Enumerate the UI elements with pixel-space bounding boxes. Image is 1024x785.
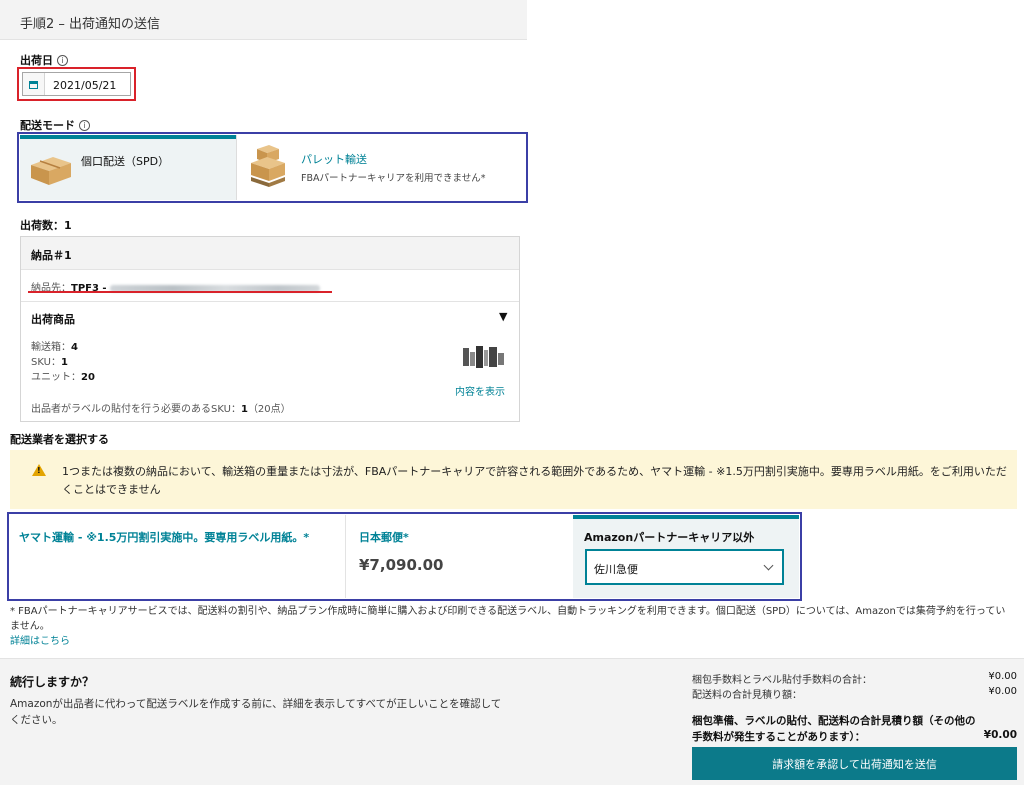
carrier-warning: 1つまたは複数の納品において、輸送箱の重量または寸法が、FBAパートナーキャリア… [10, 450, 1017, 509]
shipment-card-header: 納品＃1 [21, 237, 519, 270]
details-link[interactable]: 詳細はこちら [10, 634, 1015, 649]
shipment-count: 出荷数：1 [20, 219, 72, 232]
carrier-option-yamato[interactable]: ヤマト運輸 - ※1.5万円割引実施中。要専用ラベル用紙。* [10, 515, 345, 598]
ship-date-value: 2021/05/21 [53, 79, 117, 92]
total-label: 梱包準備、ラベルの貼付、配送料の合計見積り額（その他の手数料が発生することがあり… [692, 715, 976, 743]
submit-shipment-button[interactable]: 請求額を承認して出荷通知を送信 [692, 747, 1017, 780]
fee2-value: ¥0.00 [988, 686, 1017, 697]
mode-spd-title: 個口配送（SPD） [81, 155, 170, 168]
shipment-title: 納品＃1 [31, 249, 72, 262]
ship-date-input[interactable]: 2021/05/21 [22, 72, 131, 96]
carrier-option-japan-post[interactable]: 日本郵便* ¥7,090.00 [345, 515, 573, 598]
label-sku-note: 出品者がラベルの貼付を行う必要のあるSKU：1（20点） [31, 404, 291, 415]
pallet-icon [251, 145, 285, 187]
shipping-mode-label: 配送モード i [20, 117, 90, 133]
step-header: 手順2 – 出荷通知の送信 [0, 0, 527, 40]
mode-pallet-title: パレット輸送 [301, 153, 367, 166]
step-title: 手順2 – 出荷通知の送信 [20, 17, 161, 32]
continue-description: Amazonが出品者に代わって配送ラベルを作成する前に、詳細を表示してすべてが正… [10, 698, 502, 726]
ship-date-label: 出荷日 i [20, 52, 68, 68]
carrier-yamato-label: ヤマト運輸 - ※1.5万円割引実施中。要専用ラベル用紙。* [19, 531, 310, 544]
footnote-text: * FBAパートナーキャリアサービスでは、配送料の割引や、納品プラン作成時に簡単… [10, 606, 1006, 632]
fee2-label: 配送料の合計見積り額： [692, 690, 802, 701]
fee1-label: 梱包手数料とラベル貼付手数料の合計： [692, 675, 872, 686]
info-icon[interactable]: i [79, 120, 90, 131]
warning-text: 1つまたは複数の納品において、輸送箱の重量または寸法が、FBAパートナーキャリア… [62, 465, 1007, 496]
destination-highlight-underline [28, 291, 332, 293]
divider [21, 301, 519, 302]
footnote: * FBAパートナーキャリアサービスでは、配送料の割引や、納品プラン作成時に簡単… [10, 604, 1015, 649]
view-contents-link[interactable]: 内容を表示 [455, 383, 505, 398]
calendar-icon[interactable] [23, 73, 45, 95]
carrier-select-value: 佐川急便 [594, 563, 638, 576]
carrier-section-label: 配送業者を選択する [10, 433, 109, 446]
total-value: ¥0.00 [983, 729, 1017, 741]
ship-date-highlight: 2021/05/21 [17, 67, 136, 101]
info-icon[interactable]: i [57, 55, 68, 66]
box-icon [31, 157, 71, 185]
carrier-japan-post-price: ¥7,090.00 [359, 556, 444, 574]
product-stats: 輸送箱：4 SKU：1 ユニット：20 [31, 342, 95, 383]
carrier-japan-post-label: 日本郵便* [359, 531, 409, 544]
mode-option-pallet[interactable]: パレット輸送 FBAパートナーキャリアを利用できません* [236, 135, 525, 200]
mode-pallet-subtitle: FBAパートナーキャリアを利用できません* [301, 173, 486, 184]
warning-icon [32, 464, 46, 476]
product-thumbnail [463, 346, 504, 368]
carrier-other-label: Amazonパートナーキャリア以外 [584, 531, 755, 544]
continue-title: 続行しますか？ [10, 675, 95, 689]
fee1-value: ¥0.00 [988, 671, 1017, 682]
products-label: 出荷商品 [31, 313, 75, 326]
shipment-card: 納品＃1 納品先：TPF3 - 出荷商品 ▼ 輸送箱：4 SKU：1 ユニット：… [20, 236, 520, 422]
mode-option-spd[interactable]: 個口配送（SPD） [20, 135, 236, 200]
collapse-toggle-icon[interactable]: ▼ [499, 310, 507, 323]
chevron-down-icon [763, 560, 774, 571]
carrier-select[interactable]: 佐川急便 [585, 549, 784, 585]
